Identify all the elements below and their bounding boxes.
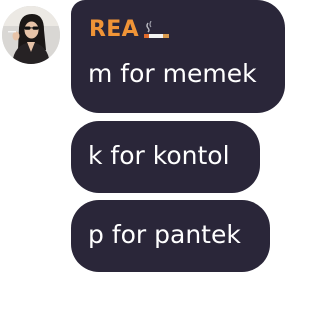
sender-name[interactable]: REA <box>89 16 139 44</box>
user-avatar <box>2 6 60 64</box>
message-bubble-3[interactable]: p for pantek <box>71 200 270 272</box>
message-bubble-1[interactable]: REA m for memek <box>71 0 285 113</box>
cigarette-icon <box>140 20 170 45</box>
message-text: k for kontol <box>88 141 230 170</box>
avatar[interactable] <box>2 6 60 64</box>
sender-header[interactable]: REA <box>89 16 170 44</box>
message-text: p for pantek <box>88 220 241 249</box>
message-bubble-2[interactable]: k for kontol <box>71 121 260 193</box>
message-text: m for memek <box>88 59 257 88</box>
